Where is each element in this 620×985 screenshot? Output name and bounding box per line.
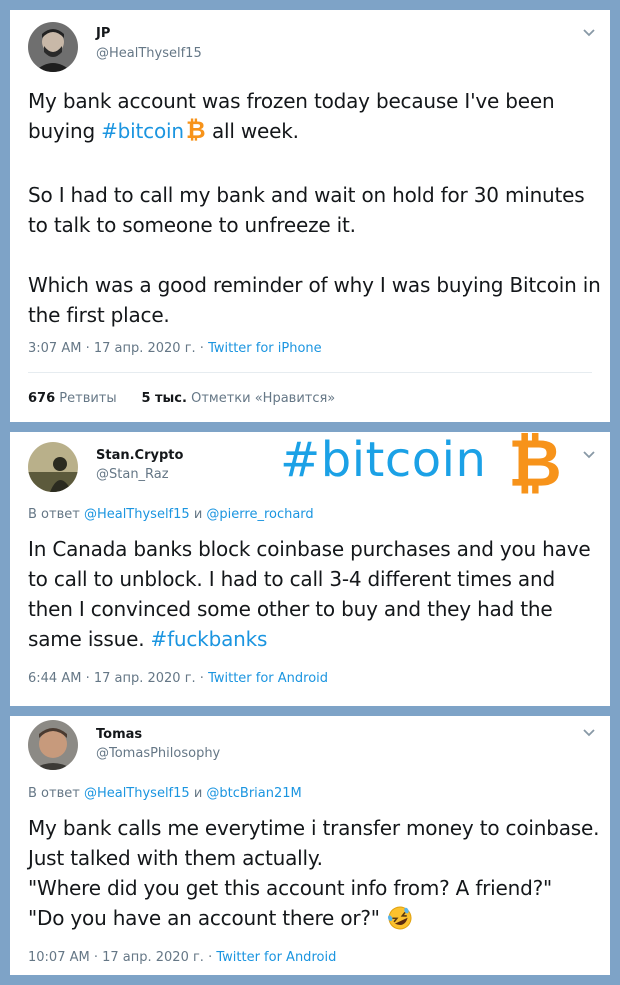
tweet-paragraph-2: So I had to call my bank and wait on hol… [28, 183, 585, 237]
chevron-down-icon[interactable] [582, 450, 596, 460]
reply-user-link[interactable]: @btcBrian21M [206, 786, 301, 801]
svg-text:₿: ₿ [508, 425, 562, 496]
reply-context: В ответ @HealThyself15 и @pierre_rochard [28, 507, 314, 522]
author-name[interactable]: Tomas [96, 727, 142, 742]
author-handle[interactable]: @TomasPhilosophy [96, 746, 220, 761]
timestamp[interactable]: 3:07 AM · 17 апр. 2020 г. · [28, 341, 208, 356]
likes-label[interactable]: Отметки «Нравится» [191, 391, 335, 406]
tweet-source[interactable]: Twitter for iPhone [208, 341, 322, 356]
tweet-text: In Canada banks block coinbase purchases… [28, 537, 591, 651]
hashtag-bitcoin[interactable]: #bitcoin [101, 119, 184, 143]
reply-user-link[interactable]: @HealThyself15 [84, 786, 190, 801]
avatar[interactable] [28, 442, 78, 492]
tweet-stats: 676 Ретвиты 5 тыс. Отметки «Нравится» [28, 391, 335, 406]
reply-user-link[interactable]: @HealThyself15 [84, 507, 190, 522]
author-handle[interactable]: @Stan_Raz [96, 467, 169, 482]
timestamp[interactable]: 10:07 AM · 17 апр. 2020 г. · [28, 950, 216, 965]
reply-context: В ответ @HealThyself15 и @btcBrian21M [28, 786, 302, 801]
rolling-on-floor-laughing-emoji-icon [386, 906, 414, 938]
tweet-source[interactable]: Twitter for Android [208, 671, 328, 686]
tweet-card-3: Tomas @TomasPhilosophy В ответ @HealThys… [10, 716, 610, 975]
tweet-meta: 3:07 AM · 17 апр. 2020 г. · Twitter for … [28, 341, 322, 356]
tweet-text: My bank account was frozen today because… [28, 86, 603, 330]
reply-user-link[interactable]: @pierre_rochard [206, 507, 313, 522]
tweet-line-3: "Do you have an account there or?" [28, 906, 386, 930]
avatar[interactable] [28, 720, 78, 770]
tweet-meta: 6:44 AM · 17 апр. 2020 г. · Twitter for … [28, 671, 328, 686]
chevron-down-icon[interactable] [582, 728, 596, 738]
svg-text:₿: ₿ [186, 116, 205, 142]
retweets-count[interactable]: 676 [28, 391, 55, 406]
bitcoin-logo-icon: ₿ [508, 425, 562, 496]
tweet-text: My bank calls me everytime i transfer mo… [28, 813, 603, 938]
divider [28, 372, 592, 373]
avatar[interactable] [28, 22, 78, 72]
bitcoin-icon: ₿ [184, 116, 206, 150]
author-name[interactable]: Stan.Crypto [96, 448, 183, 463]
bitcoin-logo-overlay: #bitcoin [280, 432, 487, 488]
tweet-card-1: JP @HealThyself15 My bank account was fr… [10, 10, 610, 422]
tweet-line-1: My bank calls me everytime i transfer mo… [28, 816, 600, 870]
hashtag-fuckbanks[interactable]: #fuckbanks [151, 627, 268, 651]
author-name[interactable]: JP [96, 26, 110, 41]
timestamp[interactable]: 6:44 AM · 17 апр. 2020 г. · [28, 671, 208, 686]
tweet-meta: 10:07 AM · 17 апр. 2020 г. · Twitter for… [28, 950, 336, 965]
retweets-label[interactable]: Ретвиты [59, 391, 116, 406]
author-handle[interactable]: @HealThyself15 [96, 46, 202, 61]
tweet-paragraph-3: Which was a good reminder of why I was b… [28, 273, 601, 327]
likes-count[interactable]: 5 тыс. [141, 391, 187, 406]
tweet-source[interactable]: Twitter for Android [216, 950, 336, 965]
chevron-down-icon[interactable] [582, 28, 596, 38]
tweet-line-2: "Where did you get this account info fro… [28, 876, 553, 900]
